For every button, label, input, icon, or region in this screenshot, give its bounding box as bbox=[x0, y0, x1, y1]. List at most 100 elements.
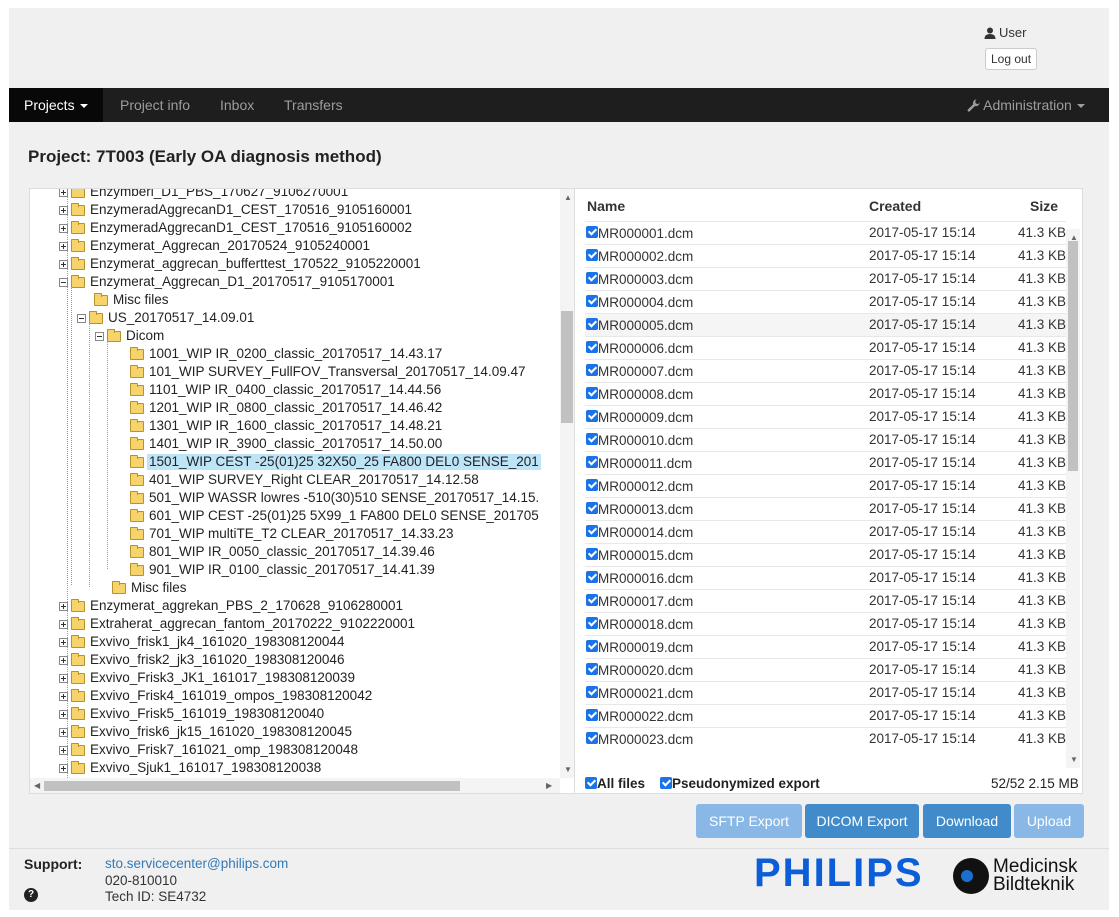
tree-item[interactable]: 601_WIP CEST -25(01)25 5X99_1 FA800 DEL0… bbox=[130, 507, 541, 525]
pseudonymized-checkbox[interactable] bbox=[660, 777, 672, 789]
scroll-up-arrow-icon[interactable]: ▲ bbox=[1070, 233, 1078, 243]
file-checkbox[interactable] bbox=[586, 341, 598, 353]
column-header-name[interactable]: Name bbox=[587, 198, 625, 214]
file-row[interactable]: MR000012.dcm 2017-05-17 15:14 41.3 KB bbox=[585, 474, 1066, 497]
tree-item[interactable]: 801_WIP IR_0050_classic_20170517_14.39.4… bbox=[130, 543, 437, 561]
folder-tree[interactable]: Enzymberi_D1_PBS_170627_9106270001 Enzyme… bbox=[30, 189, 575, 793]
file-checkbox[interactable] bbox=[586, 364, 598, 376]
tree-item[interactable]: 1201_WIP IR_0800_classic_20170517_14.46.… bbox=[130, 399, 444, 417]
tree-item[interactable]: 501_WIP WASSR lowres -510(30)510 SENSE_2… bbox=[130, 489, 541, 507]
file-row[interactable]: MR000018.dcm 2017-05-17 15:14 41.3 KB bbox=[585, 612, 1066, 635]
all-files-checkbox[interactable] bbox=[585, 777, 597, 789]
sftp-export-button[interactable]: SFTP Export bbox=[696, 804, 802, 838]
tree-item[interactable]: Exvivo_Frisk3_JK1_161017_198308120039 bbox=[59, 669, 357, 687]
tree-item[interactable]: 1401_WIP IR_3900_classic_20170517_14.50.… bbox=[130, 435, 444, 453]
file-checkbox[interactable] bbox=[586, 548, 598, 560]
nav-administration[interactable]: Administration bbox=[959, 88, 1093, 122]
tree-item[interactable]: Exvivo_Frisk5_161019_198308120040 bbox=[59, 705, 326, 723]
tree-horizontal-scroll-thumb[interactable] bbox=[44, 781, 460, 791]
file-checkbox[interactable] bbox=[586, 456, 598, 468]
file-row[interactable]: MR000010.dcm 2017-05-17 15:14 41.3 KB bbox=[585, 428, 1066, 451]
tree-item[interactable]: 701_WIP multiTE_T2 CLEAR_20170517_14.33.… bbox=[130, 525, 455, 543]
tree-item[interactable]: 1101_WIP IR_0400_classic_20170517_14.44.… bbox=[130, 381, 443, 399]
file-row[interactable]: MR000006.dcm 2017-05-17 15:14 41.3 KB bbox=[585, 336, 1066, 359]
expand-icon[interactable] bbox=[59, 763, 68, 773]
expand-icon[interactable] bbox=[59, 619, 68, 629]
tree-item[interactable]: Enzymerat_Aggrecan_D1_20170517_910517000… bbox=[59, 273, 397, 291]
expand-icon[interactable] bbox=[59, 727, 68, 737]
expand-icon[interactable] bbox=[59, 223, 68, 233]
expand-icon[interactable] bbox=[59, 691, 68, 701]
file-row[interactable]: MR000019.dcm 2017-05-17 15:14 41.3 KB bbox=[585, 635, 1066, 658]
tree-item[interactable]: 101_WIP SURVEY_FullFOV_Transversal_20170… bbox=[130, 363, 527, 381]
expand-icon[interactable] bbox=[59, 709, 68, 719]
file-row[interactable]: MR000023.dcm 2017-05-17 15:14 41.3 KB bbox=[585, 727, 1066, 750]
file-checkbox[interactable] bbox=[586, 502, 598, 514]
nav-project-info[interactable]: Project info bbox=[105, 88, 205, 122]
scroll-down-arrow-icon[interactable]: ▼ bbox=[564, 765, 572, 775]
file-row[interactable]: MR000008.dcm 2017-05-17 15:14 41.3 KB bbox=[585, 382, 1066, 405]
tree-item[interactable]: Exvivo_Frisk7_161021_omp_198308120048 bbox=[59, 741, 360, 759]
help-icon[interactable]: ? bbox=[24, 888, 38, 902]
tree-item[interactable]: 1001_WIP IR_0200_classic_20170517_14.43.… bbox=[130, 345, 444, 363]
tree-item[interactable]: Enzymerat_aggrekan_PBS_2_170628_91062800… bbox=[59, 597, 405, 615]
tree-item[interactable]: EnzymeradAggrecanD1_CEST_170516_91051600… bbox=[59, 219, 414, 237]
file-checkbox[interactable] bbox=[586, 249, 598, 261]
file-checkbox[interactable] bbox=[586, 387, 598, 399]
expand-icon[interactable] bbox=[59, 745, 68, 755]
file-checkbox[interactable] bbox=[586, 709, 598, 721]
file-checkbox[interactable] bbox=[586, 571, 598, 583]
file-row[interactable]: MR000004.dcm 2017-05-17 15:14 41.3 KB bbox=[585, 290, 1066, 313]
file-row[interactable]: MR000003.dcm 2017-05-17 15:14 41.3 KB bbox=[585, 267, 1066, 290]
pseudonymized-toggle[interactable]: Pseudonymized export bbox=[660, 776, 820, 791]
tree-item[interactable]: Extraherat_aggrecan_fantom_20170222_9102… bbox=[59, 615, 417, 633]
tree-vertical-scrollbar[interactable] bbox=[560, 189, 574, 778]
file-row[interactable]: MR000017.dcm 2017-05-17 15:14 41.3 KB bbox=[585, 589, 1066, 612]
tree-item[interactable]: Exvivo_frisk6_jk15_161020_198308120045 bbox=[59, 723, 354, 741]
tree-item[interactable]: 1301_WIP IR_1600_classic_20170517_14.48.… bbox=[130, 417, 444, 435]
tree-item[interactable]: EnzymeradAggrecanD1_CEST_170516_91051600… bbox=[59, 201, 414, 219]
file-checkbox[interactable] bbox=[586, 525, 598, 537]
file-row[interactable]: MR000007.dcm 2017-05-17 15:14 41.3 KB bbox=[585, 359, 1066, 382]
file-checkbox[interactable] bbox=[586, 479, 598, 491]
all-files-toggle[interactable]: All files bbox=[585, 776, 645, 791]
download-button[interactable]: Download bbox=[923, 804, 1011, 838]
file-checkbox[interactable] bbox=[586, 732, 598, 744]
file-checkbox[interactable] bbox=[586, 617, 598, 629]
scroll-up-arrow-icon[interactable]: ▲ bbox=[564, 193, 572, 203]
file-checkbox[interactable] bbox=[586, 663, 598, 675]
file-row[interactable]: MR000021.dcm 2017-05-17 15:14 41.3 KB bbox=[585, 681, 1066, 704]
column-header-size[interactable]: Size bbox=[1030, 198, 1058, 214]
tree-item[interactable]: Exvivo_Sjuk1_161017_198308120038 bbox=[59, 759, 323, 777]
scroll-left-arrow-icon[interactable]: ◀ bbox=[34, 781, 40, 791]
file-checkbox[interactable] bbox=[586, 410, 598, 422]
nav-inbox[interactable]: Inbox bbox=[205, 88, 269, 122]
file-row[interactable]: MR000001.dcm 2017-05-17 15:14 41.3 KB bbox=[585, 221, 1066, 244]
file-checkbox[interactable] bbox=[586, 433, 598, 445]
file-row[interactable]: MR000022.dcm 2017-05-17 15:14 41.3 KB bbox=[585, 704, 1066, 727]
tree-item[interactable]: 1501_WIP CEST -25(01)25 32X50_25 FA800 D… bbox=[130, 453, 541, 471]
support-email-link[interactable]: sto.servicecenter@philips.com bbox=[105, 856, 288, 871]
collapse-icon[interactable] bbox=[95, 331, 104, 341]
file-checkbox[interactable] bbox=[586, 640, 598, 652]
tree-item[interactable]: Misc files bbox=[112, 579, 189, 597]
collapse-icon[interactable] bbox=[77, 313, 86, 323]
expand-icon[interactable] bbox=[59, 601, 68, 611]
tree-item[interactable]: 901_WIP IR_0100_classic_20170517_14.41.3… bbox=[130, 561, 437, 579]
tree-item[interactable]: Exvivo_frisk2_jk3_161020_198308120046 bbox=[59, 651, 346, 669]
expand-icon[interactable] bbox=[59, 637, 68, 647]
file-list-scroll-thumb[interactable] bbox=[1068, 241, 1078, 471]
file-checkbox[interactable] bbox=[586, 686, 598, 698]
tree-item[interactable]: US_20170517_14.09.01 bbox=[77, 309, 256, 327]
file-checkbox[interactable] bbox=[586, 226, 598, 238]
file-checkbox[interactable] bbox=[586, 318, 598, 330]
file-row[interactable]: MR000015.dcm 2017-05-17 15:14 41.3 KB bbox=[585, 543, 1066, 566]
tree-item[interactable]: Exvivo_frisk1_jk4_161020_198308120044 bbox=[59, 633, 346, 651]
file-row[interactable]: MR000011.dcm 2017-05-17 15:14 41.3 KB bbox=[585, 451, 1066, 474]
file-row[interactable]: MR000005.dcm 2017-05-17 15:14 41.3 KB bbox=[585, 313, 1066, 336]
expand-icon[interactable] bbox=[59, 673, 68, 683]
file-row[interactable]: MR000020.dcm 2017-05-17 15:14 41.3 KB bbox=[585, 658, 1066, 681]
expand-icon[interactable] bbox=[59, 241, 68, 251]
tree-item[interactable]: Enzymerat_Aggrecan_20170524_9105240001 bbox=[59, 237, 372, 255]
user-menu[interactable]: User bbox=[984, 25, 1026, 40]
